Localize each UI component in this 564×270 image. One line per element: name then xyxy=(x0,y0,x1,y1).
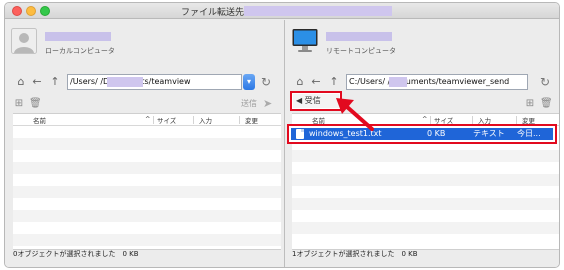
title-redaction xyxy=(244,6,392,16)
home-icon[interactable]: ⌂ xyxy=(15,76,27,88)
remote-status: 1オブジェクトが選択されました 0 KB xyxy=(292,250,418,258)
remote-path-input[interactable]: C:/Users/ /Documents/teamviewer_send xyxy=(346,74,528,90)
local-toolbar: ⊞ 🗑 送信 ➤ xyxy=(13,96,278,112)
path-redaction xyxy=(389,77,407,87)
remote-computer-type: リモートコンピュータ xyxy=(326,47,396,55)
user-avatar-icon xyxy=(11,28,37,54)
refresh-icon[interactable]: ↻ xyxy=(259,75,273,89)
remote-nav-row: ⌂ ← ↑ C:/Users/ /Documents/teamviewer_se… xyxy=(292,74,555,92)
minimize-window-button[interactable] xyxy=(26,6,36,16)
send-button-label[interactable]: 送信 xyxy=(241,98,257,109)
col-divider xyxy=(472,116,473,124)
trash-icon[interactable]: 🗑 xyxy=(540,98,553,110)
file-modified: 今日... xyxy=(517,129,541,138)
col-modified[interactable]: 変更 xyxy=(245,115,258,125)
local-path-dropdown[interactable]: ▾ xyxy=(243,74,255,90)
remote-path-text: C:/Users/ /Documents/teamviewer_send xyxy=(349,77,510,86)
file-transfer-window: ファイル転送先 ローカルコンピュータ ⌂ ← ↑ /Users/ /Docume… xyxy=(4,2,560,268)
local-computer-name-redaction xyxy=(45,32,111,41)
col-divider xyxy=(516,116,517,124)
remote-toolbar: ⊞ 🗑 xyxy=(292,96,555,112)
col-divider xyxy=(239,116,240,124)
send-arrow-icon[interactable]: ➤ xyxy=(263,97,272,110)
col-divider xyxy=(430,116,431,124)
col-type[interactable]: 入力 xyxy=(199,115,212,125)
local-pane: ローカルコンピュータ ⌂ ← ↑ /Users/ /Documents/team… xyxy=(5,20,285,267)
remote-computer-name-redaction xyxy=(326,32,392,41)
local-file-list[interactable]: 名前 ^ サイズ 入力 変更 xyxy=(13,113,281,250)
window-title: ファイル転送先 xyxy=(181,8,245,18)
local-path-input[interactable]: /Users/ /Documents/teamview xyxy=(67,74,242,90)
col-size[interactable]: サイズ xyxy=(157,115,176,125)
col-divider xyxy=(193,116,194,124)
path-redaction xyxy=(107,77,143,87)
file-row-selected[interactable]: windows_test1.txt 0 KB テキスト 今日... xyxy=(291,128,553,140)
sort-icon: ^ xyxy=(145,115,151,123)
maximize-window-button[interactable] xyxy=(40,6,50,16)
file-type: テキスト xyxy=(473,129,505,138)
selected-file-highlight-box: windows_test1.txt 0 KB テキスト 今日... xyxy=(287,124,557,144)
up-icon[interactable]: ↑ xyxy=(328,76,340,88)
local-list-header: 名前 ^ サイズ 入力 変更 xyxy=(13,114,281,126)
new-folder-icon[interactable]: ⊞ xyxy=(524,98,536,110)
sort-icon: ^ xyxy=(422,115,428,123)
col-divider xyxy=(153,116,154,124)
title-bar: ファイル転送先 xyxy=(5,3,559,19)
local-computer-type: ローカルコンピュータ xyxy=(45,47,115,55)
new-folder-icon[interactable]: ⊞ xyxy=(13,98,25,110)
col-name[interactable]: 名前 xyxy=(33,115,46,125)
back-icon[interactable]: ← xyxy=(31,76,43,88)
refresh-icon[interactable]: ↻ xyxy=(538,75,552,89)
back-icon[interactable]: ← xyxy=(310,76,322,88)
red-annotation-arrow xyxy=(336,98,374,131)
home-icon[interactable]: ⌂ xyxy=(294,76,306,88)
text-file-icon xyxy=(296,129,304,139)
remote-pane: リモートコンピュータ ⌂ ← ↑ C:/Users/ /Documents/te… xyxy=(286,20,559,267)
up-icon[interactable]: ↑ xyxy=(49,76,61,88)
local-status: 0オブジェクトが選択されました 0 KB xyxy=(13,250,139,258)
trash-icon[interactable]: 🗑 xyxy=(29,98,42,110)
close-window-button[interactable] xyxy=(12,6,22,16)
monitor-icon xyxy=(292,29,318,52)
file-size: 0 KB xyxy=(427,129,446,138)
local-nav-row: ⌂ ← ↑ /Users/ /Documents/teamview ▾ ↻ xyxy=(13,74,278,92)
